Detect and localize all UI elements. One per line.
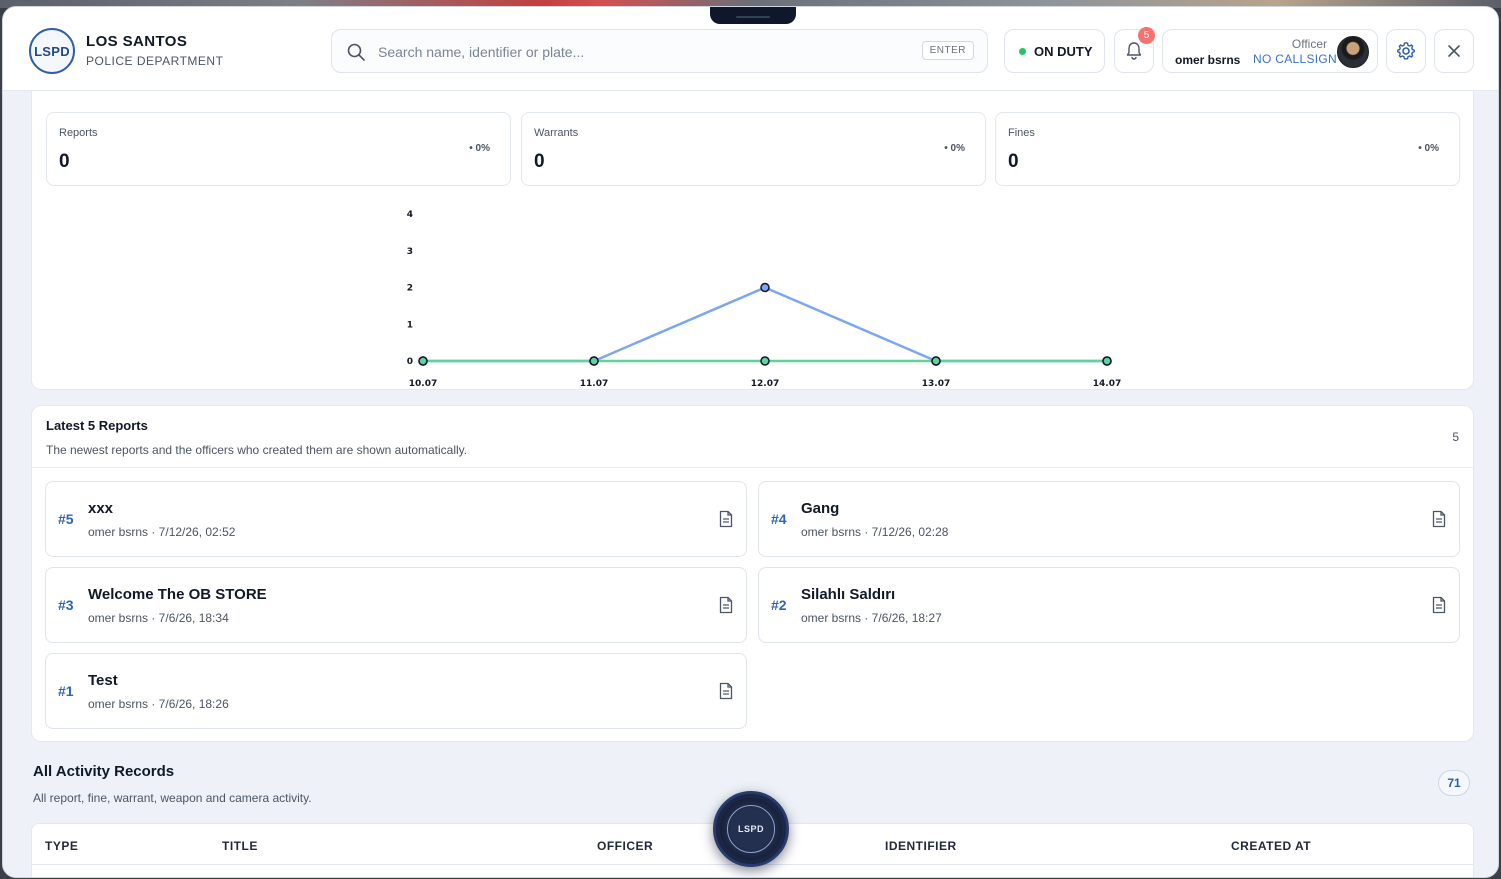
data-point[interactable] [589,356,599,366]
x-tick-label: 13.07 [922,379,950,389]
document-icon [1432,510,1446,528]
report-number: #2 [771,597,787,613]
close-button[interactable] [1434,29,1474,73]
data-point[interactable] [760,356,770,366]
report-number: #1 [58,683,74,699]
data-point[interactable] [931,356,941,366]
y-tick-label: 2 [407,284,413,294]
duty-status-label: ON DUTY [1034,43,1093,59]
x-tick-label: 10.07 [409,379,437,389]
divider [32,467,1473,468]
report-meta: omer bsrns · 7/6/26, 18:34 [88,611,229,625]
enter-key-hint: ENTER [921,41,974,60]
data-point[interactable] [760,282,770,293]
brand-subtitle: POLICE DEPARTMENT [86,54,224,68]
report-meta: omer bsrns · 7/12/26, 02:52 [88,525,236,539]
y-tick-label: 3 [407,247,413,257]
y-tick-label: 4 [407,210,413,220]
x-tick-label: 11.07 [580,379,608,389]
x-tick-label: 12.07 [751,379,779,389]
document-icon [1432,596,1446,614]
report-title: Silahlı Saldırı [801,586,896,603]
y-tick-label: 0 [407,357,413,367]
officer-profile[interactable]: Officer omer bsrns NO CALLSIGN [1162,29,1378,73]
section-title: Latest 5 Reports [46,418,148,433]
column-header-created-at[interactable]: CREATED AT [1231,839,1311,853]
column-header-title[interactable]: TITLE [222,839,258,853]
report-card[interactable]: #5 xxx omer bsrns · 7/12/26, 02:52 [45,481,747,557]
report-title: Gang [801,500,840,517]
status-dot-icon [1019,47,1026,55]
activity-count-badge: 71 [1438,770,1470,796]
search-icon [347,43,365,61]
report-meta: omer bsrns · 7/6/26, 18:26 [88,697,229,711]
series-line-0 [423,286,1107,363]
document-icon [719,682,733,700]
report-card[interactable]: #3 Welcome The OB STORE omer bsrns · 7/6… [45,567,747,643]
y-tick-label: 1 [407,320,413,330]
search-box[interactable]: ENTER [331,29,988,73]
column-header-officer[interactable]: OFFICER [597,839,653,853]
report-title: Test [88,672,118,689]
lspd-logo: LSPD [29,28,75,74]
column-header-identifier[interactable]: IDENTIFIER [885,839,957,853]
app-window: LSPD LOS SANTOS POLICE DEPARTMENT ENTER … [2,6,1499,878]
settings-button[interactable] [1386,29,1426,73]
stats-panel: Reports 0 • 0% Warrants 0 • 0% Fines 0 •… [31,89,1474,390]
document-icon [719,510,733,528]
report-card[interactable]: #4 Gang omer bsrns · 7/12/26, 02:28 [758,481,1460,557]
officer-callsign: NO CALLSIGN [1253,52,1337,66]
bell-icon [1126,42,1142,60]
report-number: #5 [58,511,74,527]
report-card[interactable]: #1 Test omer bsrns · 7/6/26, 18:26 [45,653,747,729]
report-title: Welcome The OB STORE [88,586,267,603]
section-subtitle: The newest reports and the officers who … [46,443,468,457]
data-point[interactable] [1102,356,1112,366]
lspd-badge-icon: LSPD [727,805,775,853]
gear-icon [1397,42,1415,60]
report-meta: omer bsrns · 7/12/26, 02:28 [801,525,949,539]
column-header-type[interactable]: TYPE [45,839,78,853]
report-meta: omer bsrns · 7/6/26, 18:27 [801,611,942,625]
report-number: #3 [58,597,74,613]
report-number: #4 [771,511,787,527]
data-point[interactable] [418,356,428,366]
officer-role: Officer [1291,37,1327,51]
notification-badge: 5 [1138,27,1155,44]
reports-count: 5 [1452,430,1459,444]
activity-title: All Activity Records [33,763,175,780]
camera-notch [710,7,796,24]
report-title: xxx [88,500,114,517]
lspd-fab-button[interactable]: LSPD [713,791,789,867]
activity-line-chart: 0 1 2 3 4 10.07 11.07 12.07 13.07 14.07 [407,210,1122,389]
duty-status-button[interactable]: ON DUTY [1004,29,1105,73]
search-input[interactable] [378,40,918,64]
document-icon [719,596,733,614]
latest-reports-panel: Latest 5 Reports The newest reports and … [31,405,1474,742]
close-icon [1448,45,1460,57]
avatar [1337,36,1369,68]
x-tick-label: 14.07 [1093,379,1121,389]
brand-title: LOS SANTOS [86,33,188,50]
report-card[interactable]: #2 Silahlı Saldırı omer bsrns · 7/6/26, … [758,567,1460,643]
activity-subtitle: All report, fine, warrant, weapon and ca… [33,791,312,805]
officer-name: omer bsrns [1175,53,1241,67]
